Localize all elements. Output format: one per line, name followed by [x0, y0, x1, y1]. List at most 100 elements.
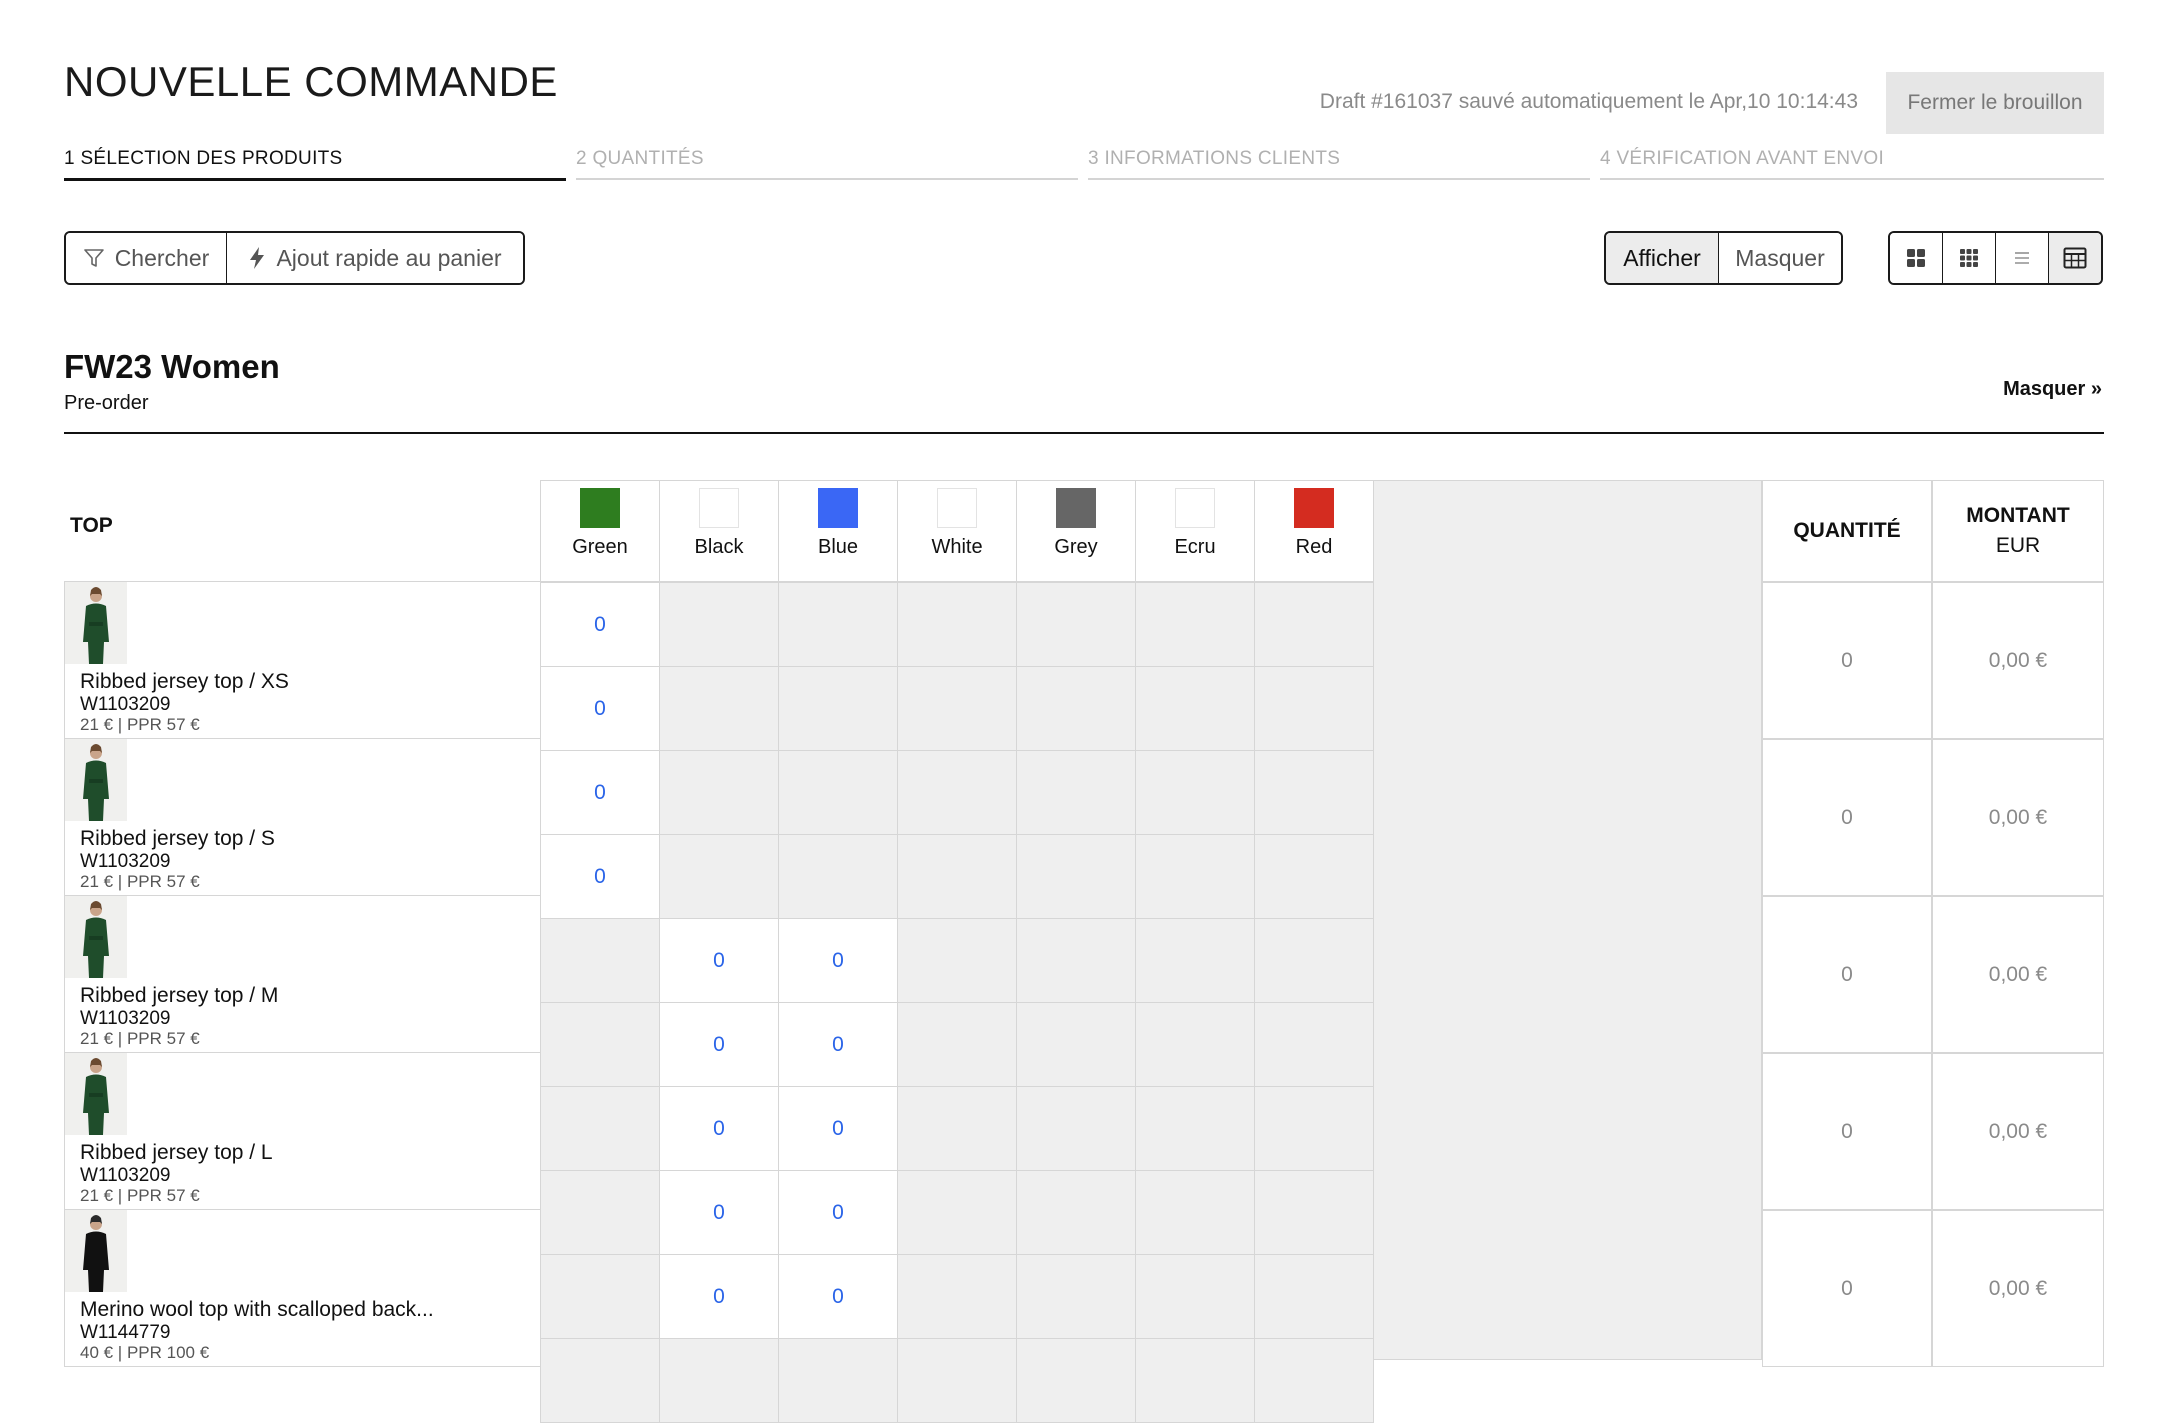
unavailable-cell	[1254, 582, 1374, 667]
product-reference: W1144779	[80, 1322, 171, 1343]
row-amount-total: 0,00 €	[1932, 896, 2104, 1053]
quantity-input[interactable]: 0	[659, 1170, 779, 1255]
quick-add-label: Ajout rapide au panier	[276, 244, 502, 271]
unavailable-cell	[897, 1338, 1017, 1423]
unavailable-cell	[540, 1086, 660, 1171]
unavailable-cell	[659, 1338, 779, 1423]
product-name: Ribbed jersey top / XS	[80, 670, 289, 693]
table-icon	[2063, 247, 2087, 269]
color-swatch-black	[699, 488, 739, 528]
quantity-input[interactable]: 0	[778, 1170, 898, 1255]
grid-small-view-button[interactable]	[1943, 233, 1996, 283]
step-2-quantities[interactable]: 2 QUANTITÉS	[576, 148, 1078, 180]
unavailable-cell	[1016, 666, 1136, 751]
unavailable-cell	[1254, 1086, 1374, 1171]
step-3-customer-info[interactable]: 3 INFORMATIONS CLIENTS	[1088, 148, 1590, 180]
product-row[interactable]: Ribbed jersey top / M W1103209 21 € | PPR …	[64, 896, 540, 1053]
amount-header: MONTANT EUR	[1932, 480, 2104, 582]
quantity-input[interactable]: 0	[778, 1254, 898, 1339]
product-reference: W1103209	[80, 694, 171, 715]
unavailable-cell	[778, 582, 898, 667]
amount-header-label: MONTANT	[1966, 504, 2070, 527]
close-draft-button[interactable]: Fermer le brouillon	[1886, 72, 2104, 134]
unavailable-cell	[1135, 918, 1255, 1003]
table-view-button[interactable]	[2049, 233, 2101, 283]
product-row[interactable]: Merino wool top with scalloped back... W1…	[64, 1210, 540, 1367]
search-button[interactable]: Chercher	[66, 233, 227, 283]
row-amount-total: 0,00 €	[1932, 1210, 2104, 1367]
quantity-input[interactable]: 0	[659, 1086, 779, 1171]
show-hide-toggle: Afficher Masquer	[1604, 231, 1843, 285]
filter-icon	[83, 247, 105, 269]
color-swatch-green	[580, 488, 620, 528]
product-thumbnail	[65, 896, 127, 978]
color-header-red: Red	[1254, 480, 1374, 582]
step-1-product-selection[interactable]: 1 SÉLECTION DES PRODUITS	[64, 148, 566, 181]
unavailable-cell	[1016, 582, 1136, 667]
unavailable-cell	[540, 1338, 660, 1423]
product-thumbnail	[65, 1210, 127, 1292]
quantity-input[interactable]: 0	[659, 918, 779, 1003]
unavailable-cell	[778, 666, 898, 751]
unavailable-cell	[1135, 666, 1255, 751]
unavailable-cell	[1254, 1254, 1374, 1339]
product-row[interactable]: Ribbed jersey top / L W1103209 21 € | PPR …	[64, 1053, 540, 1210]
hide-button[interactable]: Masquer	[1719, 233, 1841, 283]
unavailable-cell	[1016, 1002, 1136, 1087]
product-price: 21 € | PPR 57 €	[80, 1029, 200, 1048]
unavailable-cell	[1016, 1254, 1136, 1339]
product-thumbnail	[65, 739, 127, 821]
unavailable-cell	[1254, 1170, 1374, 1255]
row-amount-total: 0,00 €	[1932, 1053, 2104, 1210]
product-name: Ribbed jersey top / S	[80, 827, 275, 850]
step-4-verification[interactable]: 4 VÉRIFICATION AVANT ENVOI	[1600, 148, 2104, 180]
color-name: Black	[694, 536, 744, 558]
color-header-black: Black	[659, 480, 779, 582]
show-button[interactable]: Afficher	[1606, 233, 1719, 283]
color-header-blue: Blue	[778, 480, 898, 582]
color-name: Grey	[1054, 536, 1098, 558]
unavailable-cell	[1016, 1086, 1136, 1171]
unavailable-cell	[778, 1338, 898, 1423]
product-price: 21 € | PPR 57 €	[80, 1186, 200, 1205]
product-row[interactable]: Ribbed jersey top / XS W1103209 21 € | PPR…	[64, 582, 540, 739]
quantity-input[interactable]: 0	[540, 666, 660, 751]
grid-large-view-button[interactable]	[1890, 233, 1943, 283]
unavailable-cell	[659, 834, 779, 919]
quantity-input[interactable]: 0	[540, 834, 660, 919]
quantity-input[interactable]: 0	[659, 1002, 779, 1087]
unavailable-cell	[540, 1170, 660, 1255]
unavailable-cell	[1254, 1002, 1374, 1087]
row-quantity-total: 0	[1762, 1210, 1932, 1367]
product-name: Ribbed jersey top / L	[80, 1141, 273, 1164]
unavailable-cell	[540, 1254, 660, 1339]
quantity-header-label: QUANTITÉ	[1793, 519, 1901, 542]
list-view-button[interactable]	[1996, 233, 2049, 283]
quantity-input[interactable]: 0	[778, 918, 898, 1003]
search-toolbar: Chercher Ajout rapide au panier	[64, 231, 525, 285]
unavailable-cell	[1135, 1002, 1255, 1087]
color-name: Green	[572, 536, 628, 558]
collapse-collection-link[interactable]: Masquer »	[2003, 378, 2102, 401]
color-swatch-grey	[1056, 488, 1096, 528]
quantity-input[interactable]: 0	[540, 750, 660, 835]
unavailable-cell	[1135, 834, 1255, 919]
product-row[interactable]: Ribbed jersey top / S W1103209 21 € | PPR …	[64, 739, 540, 896]
currency-label: EUR	[1995, 534, 2041, 557]
product-thumbnail	[65, 1053, 127, 1135]
quick-add-button[interactable]: Ajout rapide au panier	[227, 233, 523, 283]
unavailable-cell	[1254, 666, 1374, 751]
quantity-input[interactable]: 0	[778, 1002, 898, 1087]
quantity-input[interactable]: 0	[540, 582, 660, 667]
section-divider	[64, 432, 2104, 434]
product-price: 21 € | PPR 57 €	[80, 872, 200, 891]
unavailable-cell	[778, 834, 898, 919]
row-quantity-total: 0	[1762, 582, 1932, 739]
unavailable-cell	[1016, 1170, 1136, 1255]
page-title: NOUVELLE COMMANDE	[64, 58, 558, 105]
color-header-grey: Grey	[1016, 480, 1136, 582]
quantity-input[interactable]: 0	[778, 1086, 898, 1171]
collection-name: FW23 Women	[64, 348, 280, 385]
unavailable-cell	[1135, 1338, 1255, 1423]
quantity-input[interactable]: 0	[659, 1254, 779, 1339]
